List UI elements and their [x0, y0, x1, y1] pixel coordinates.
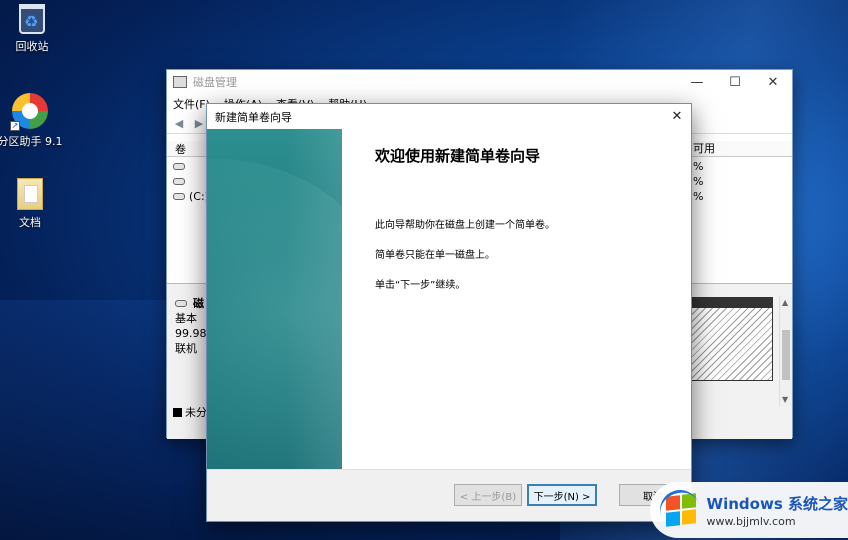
free-percent-column: % % % [693, 160, 704, 203]
close-icon[interactable]: ✕ [667, 106, 687, 126]
legend-label: 未分 [185, 406, 207, 419]
documents-icon [17, 178, 43, 210]
disk-icon [175, 300, 187, 307]
forward-arrow-icon[interactable]: ▶ [191, 117, 207, 131]
wizard-banner-image [207, 129, 342, 471]
list-item[interactable]: (C:) [173, 189, 209, 204]
menu-file[interactable]: 文件(F) [173, 96, 210, 112]
disk-management-icon [173, 76, 187, 88]
wizard-titlebar[interactable]: 新建简单卷向导 [207, 104, 691, 129]
unallocated-partition-block[interactable] [691, 297, 773, 381]
desktop-icon-documents[interactable]: 文档 [0, 178, 60, 230]
minimize-icon[interactable]: — [678, 70, 716, 94]
partition-assistant-icon: ↗ [10, 93, 48, 131]
watermark-url: www.bjjmlv.com [706, 514, 796, 528]
column-header-free[interactable]: 可用 [689, 140, 745, 157]
disk-icon [173, 163, 185, 170]
watermark: Windows 系统之家 www.bjjmlv.com [650, 482, 848, 538]
wizard-instruction: 单击“下一步”继续。 [375, 280, 466, 291]
desktop-icon-label: 回收站 [15, 40, 49, 53]
wizard-description: 此向导帮助你在磁盘上创建一个简单卷。 [375, 220, 555, 231]
desktop-icon-partition-assistant[interactable]: ↗ 分区助手 9.1 [0, 93, 63, 149]
watermark-brand: Windows [706, 494, 783, 513]
back-arrow-icon[interactable]: ◀ [171, 117, 187, 131]
recycle-bin-icon [19, 4, 45, 34]
scrollbar-thumb[interactable] [782, 330, 790, 380]
desktop-icon-label: 分区助手 9.1 [0, 135, 63, 148]
wizard-title: 新建简单卷向导 [215, 110, 292, 124]
desktop-icon-label: 文档 [19, 216, 41, 229]
new-simple-volume-wizard[interactable]: 新建简单卷向导 ✕ 欢迎使用新建简单卷向导 此向导帮助你在磁盘上创建一个简单卷。… [206, 103, 692, 522]
back-button[interactable]: < 上一步(B) [454, 484, 522, 506]
watermark-brand-cn: 系统之家 [787, 494, 848, 513]
disk-type: 基本 [175, 312, 197, 325]
wizard-content: 欢迎使用新建简单卷向导 此向导帮助你在磁盘上创建一个简单卷。 简单卷只能在单一磁… [342, 129, 691, 471]
list-item[interactable] [173, 174, 209, 189]
disk-size: 99.98 [175, 327, 207, 340]
wizard-note: 简单卷只能在单一磁盘上。 [375, 250, 495, 261]
desktop-icon-recycle-bin[interactable]: 回收站 [2, 4, 62, 54]
next-button[interactable]: 下一步(N) > [527, 484, 597, 506]
list-item[interactable] [173, 159, 209, 174]
maximize-icon[interactable]: ☐ [716, 70, 754, 94]
disk-status: 联机 [175, 342, 197, 355]
legend-swatch [173, 407, 182, 417]
close-icon[interactable]: ✕ [754, 70, 792, 94]
legend: 未分 [173, 404, 207, 420]
disk-icon [173, 193, 185, 200]
window-title: 磁盘管理 [193, 76, 237, 89]
scroll-down-icon[interactable]: ▼ [782, 395, 788, 404]
wizard-footer: < 上一步(B) 下一步(N) > 取消 [207, 469, 691, 521]
disk-icon [173, 178, 185, 185]
scroll-up-icon[interactable]: ▲ [782, 298, 788, 307]
disk-name: 磁 [193, 297, 204, 310]
volume-list: (C:) [173, 159, 209, 204]
window-controls: — ☐ ✕ [678, 70, 792, 94]
disk-info[interactable]: 磁 基本 99.98 联机 [175, 296, 207, 356]
windows-logo-icon [654, 484, 706, 536]
vertical-scrollbar[interactable]: ▲ ▼ [779, 296, 792, 406]
wizard-heading: 欢迎使用新建简单卷向导 [375, 147, 541, 165]
